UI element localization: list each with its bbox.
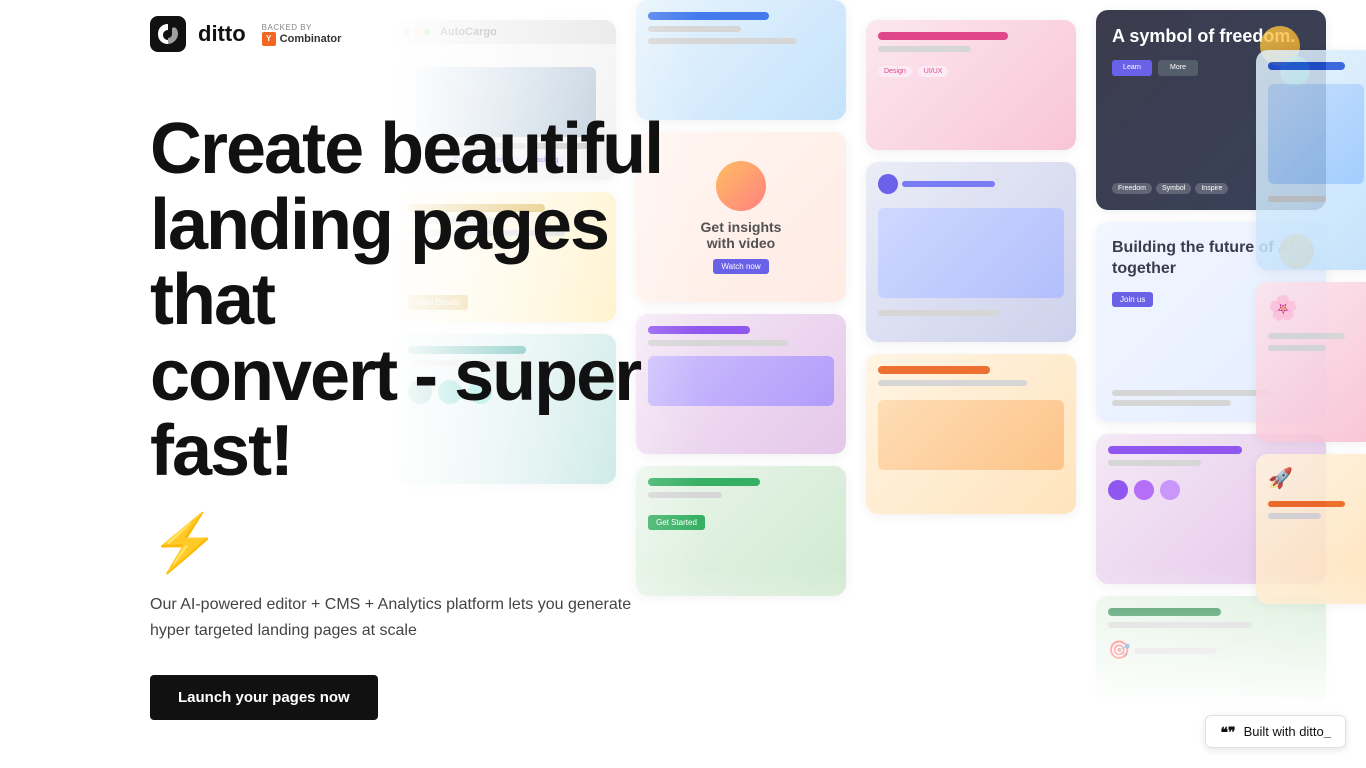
- mosaic-card-green-2: 🎯: [1096, 596, 1326, 716]
- mosaic-card-pink: Design UI/UX: [866, 20, 1076, 150]
- hero-headline: Create beautiful landing pages that conv…: [150, 112, 710, 490]
- yc-logo: Y Combinator: [262, 32, 342, 46]
- yc-combinator-text: Combinator: [280, 33, 342, 45]
- yc-square-icon: Y: [262, 32, 276, 46]
- launch-pages-button[interactable]: Launch your pages now: [150, 675, 378, 720]
- mosaic-card-pink-2: 🌸: [1256, 282, 1366, 442]
- built-with-text: Built with ditto_: [1244, 724, 1331, 739]
- subheadline: Our AI-powered editor + CMS + Analytics …: [150, 592, 670, 643]
- headline-line1: Create beautiful: [150, 109, 662, 189]
- mosaic-card-indigo-big: [866, 162, 1076, 342]
- mosaic-card-blue-tall: [1256, 50, 1366, 270]
- headline-line2: landing pages that: [150, 185, 608, 341]
- mosaic-card-orange-2: 🚀: [1256, 454, 1366, 604]
- mosaic-col-6: 🌸 🚀: [1250, 30, 1366, 624]
- quote-marks-icon: ❝❞: [1220, 725, 1235, 739]
- logo-area: ditto Backed by Y Combinator: [150, 16, 710, 52]
- built-with-ditto-badge[interactable]: ❝❞ Built with ditto_: [1205, 715, 1346, 748]
- headline-line3: convert - super fast!: [150, 336, 640, 492]
- yc-backed-text: Backed by: [262, 23, 312, 32]
- mosaic-card-orange: [866, 354, 1076, 514]
- lightning-emoji: ⚡: [150, 510, 710, 576]
- mosaic-col-4: Design UI/UX: [860, 0, 1082, 534]
- main-content: ditto Backed by Y Combinator Create beau…: [0, 0, 750, 768]
- ditto-logo-icon: [150, 16, 186, 52]
- logo-text: ditto: [198, 21, 246, 47]
- yc-badge: Backed by Y Combinator: [262, 23, 342, 46]
